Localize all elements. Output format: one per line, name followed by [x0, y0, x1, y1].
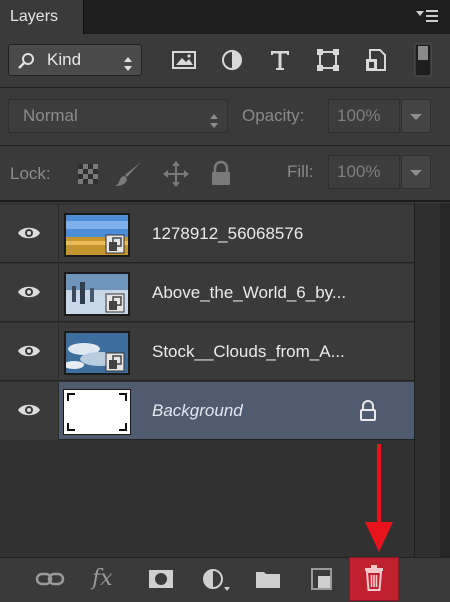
chevron-down-icon — [410, 170, 422, 176]
chevron-down-icon — [410, 114, 422, 120]
filter-kind-label: Kind — [47, 50, 82, 69]
layers-tab[interactable]: Layers — [0, 0, 84, 34]
fx-label: fx — [92, 566, 113, 591]
updown-arrows-icon — [209, 108, 219, 140]
eye-icon — [18, 404, 40, 416]
layer-thumbnail — [63, 389, 131, 435]
panel-tab-bar: Layers — [0, 0, 450, 34]
layer-name[interactable]: 1278912_56068576 — [152, 224, 303, 244]
layer-thumbnail — [64, 331, 130, 375]
panel-gutter — [440, 203, 450, 557]
divider — [0, 87, 450, 88]
delete-layer-icon[interactable] — [359, 563, 389, 591]
layer-row[interactable]: 1278912_56068576 — [0, 205, 414, 263]
lock-icon — [358, 400, 378, 427]
new-layer-icon[interactable] — [306, 565, 336, 593]
fill-input[interactable]: 100% — [328, 155, 400, 189]
lock-transparent-pixels-icon[interactable] — [74, 160, 102, 188]
layer-row[interactable]: Above_the_World_6_by... — [0, 264, 414, 322]
lock-label: Lock: — [10, 164, 51, 183]
blend-mode-select[interactable]: Normal — [8, 99, 228, 133]
visibility-toggle[interactable] — [0, 264, 59, 322]
fill-label: Fill: — [287, 162, 314, 181]
lock-image-pixels-icon[interactable] — [114, 160, 142, 188]
visibility-toggle[interactable] — [0, 205, 59, 263]
red-arrow-annotation — [362, 444, 396, 561]
layer-row[interactable]: Stock__Clouds_from_A... — [0, 323, 414, 381]
filter-toggle-icon[interactable] — [412, 42, 434, 78]
smart-object-filter-icon[interactable] — [362, 46, 390, 74]
new-group-icon[interactable] — [253, 565, 283, 593]
updown-arrows-icon — [123, 52, 133, 82]
image-filter-icon[interactable] — [170, 46, 198, 74]
eye-icon — [18, 286, 40, 298]
search-icon — [17, 51, 37, 81]
layer-row-selected[interactable]: Background — [0, 382, 414, 440]
layer-thumbnail — [64, 213, 130, 257]
fill-dropdown-button[interactable] — [401, 155, 431, 189]
visibility-toggle[interactable] — [0, 323, 59, 381]
type-filter-icon[interactable] — [266, 46, 294, 74]
layer-thumbnail — [64, 272, 130, 316]
eye-icon — [18, 345, 40, 357]
opacity-input[interactable]: 100% — [328, 99, 400, 133]
opacity-dropdown-button[interactable] — [401, 99, 431, 133]
layer-name[interactable]: Stock__Clouds_from_A... — [152, 342, 345, 362]
filter-kind-select[interactable]: Kind — [8, 44, 142, 76]
divider — [0, 200, 450, 202]
eye-icon — [18, 227, 40, 239]
adjustment-layer-icon[interactable] — [200, 565, 230, 593]
blend-mode-label: Normal — [23, 106, 78, 125]
layers-scrollbar[interactable] — [414, 203, 441, 557]
link-layers-icon[interactable] — [35, 565, 65, 593]
opacity-label: Opacity: — [242, 106, 305, 125]
divider — [0, 145, 450, 146]
layer-name[interactable]: Above_the_World_6_by... — [152, 283, 346, 303]
visibility-toggle[interactable] — [0, 382, 59, 440]
lock-position-icon[interactable] — [162, 160, 190, 188]
panel-menu-icon[interactable] — [414, 8, 440, 26]
fx-icon[interactable]: fx — [92, 565, 122, 593]
shape-filter-icon[interactable] — [314, 46, 342, 74]
lock-all-icon[interactable] — [208, 160, 236, 188]
add-mask-icon[interactable] — [146, 565, 176, 593]
layer-name[interactable]: Background — [152, 401, 243, 421]
adjustment-filter-icon[interactable] — [218, 46, 246, 74]
